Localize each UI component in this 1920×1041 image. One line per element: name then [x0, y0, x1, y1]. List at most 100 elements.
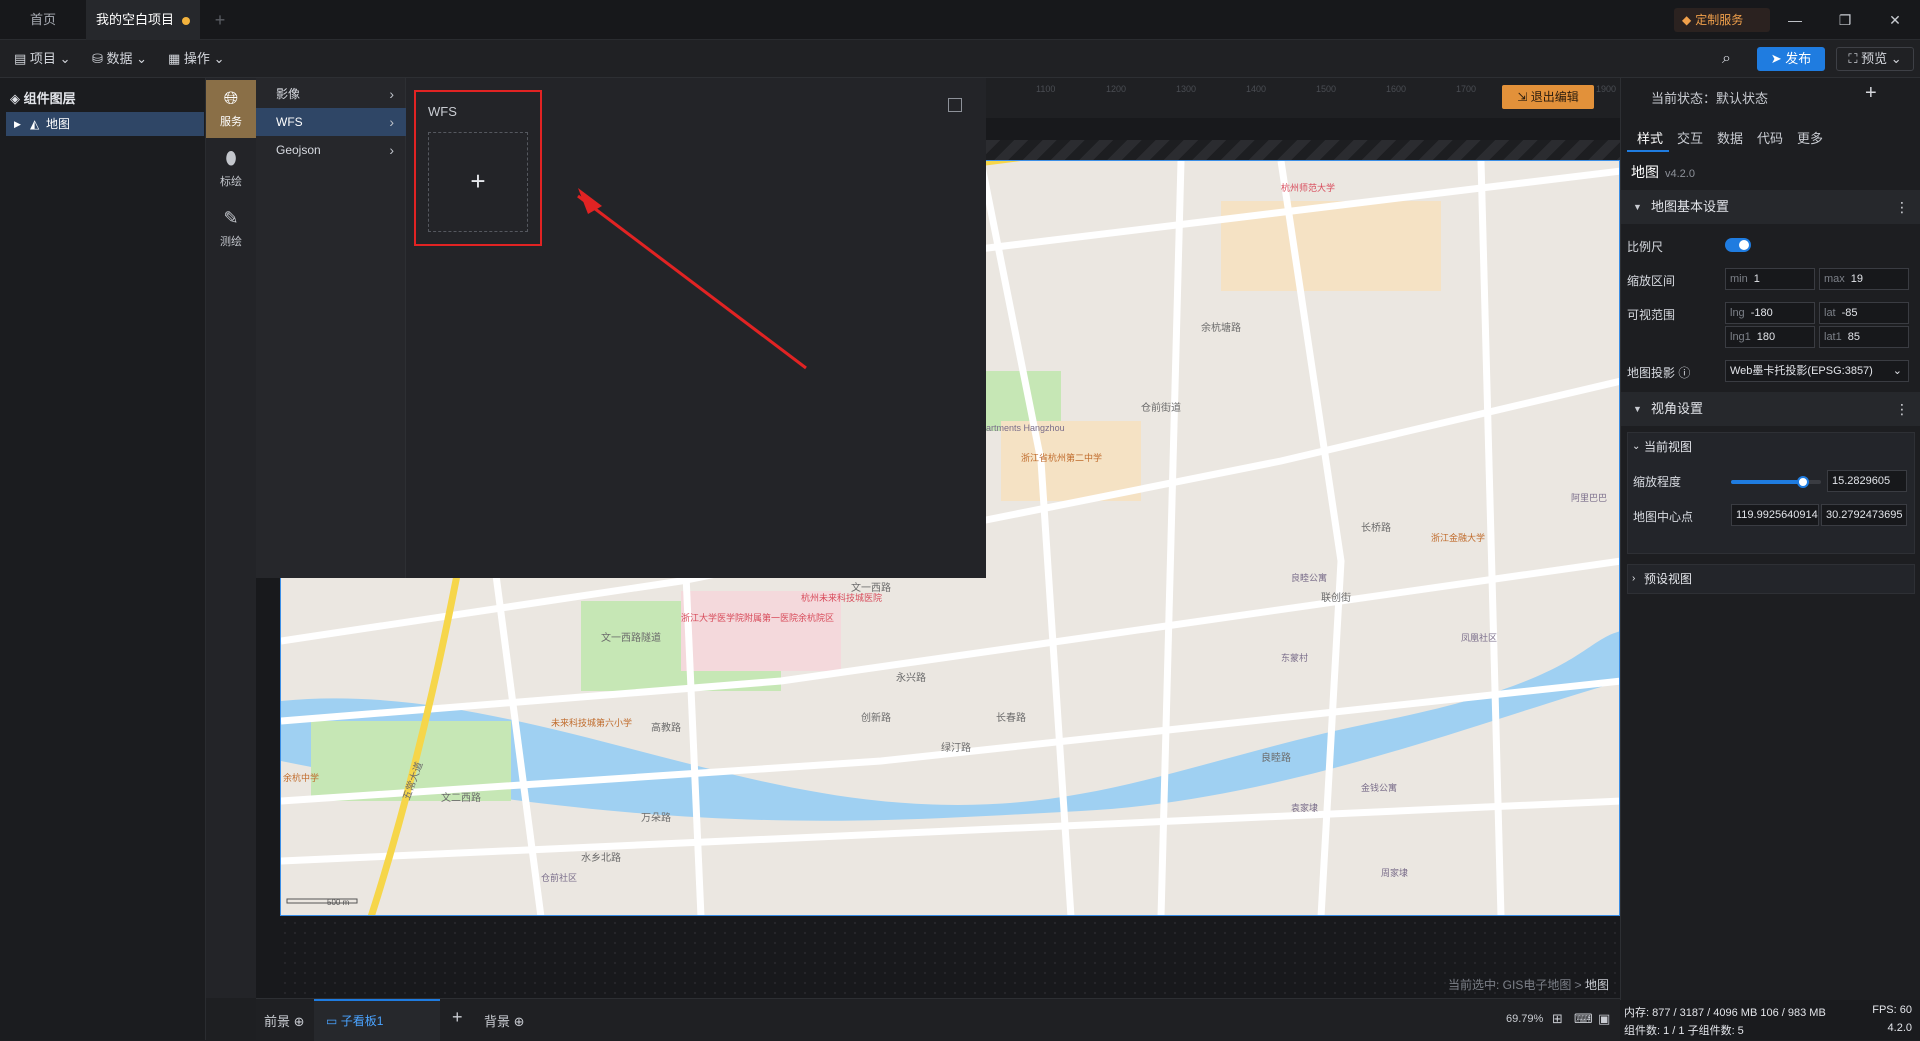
measure-icon: ✎ — [223, 208, 239, 228]
lat-input[interactable]: lat -85 — [1819, 302, 1909, 324]
add-circle-icon[interactable]: ⊕ — [294, 1014, 305, 1029]
map-poi-label: 凤凰社区 — [1461, 632, 1497, 643]
map-poi-label: 周家埭 — [1381, 867, 1408, 878]
ruler-tick-label: 1500 — [1316, 84, 1336, 94]
search-icon[interactable]: ⌕ — [1722, 49, 1731, 69]
app-version: 4.2.0 — [1887, 1022, 1912, 1034]
component-count: 组件数: 1 / 1 子组件数: 5 — [1624, 1025, 1744, 1037]
section-view-settings[interactable]: ▼ 视角设置 ⋮ — [1621, 392, 1920, 426]
status-bar: 内存: 877 / 3187 / 4096 MB 106 / 983 MB FP… — [1620, 1000, 1920, 1040]
foreground-tab[interactable]: 前景 ⊕ — [264, 1011, 305, 1030]
tab-interaction[interactable]: 交互 — [1677, 128, 1703, 147]
arrow-line — [577, 194, 807, 370]
section-basic-settings[interactable]: ▼ 地图基本设置 ⋮ — [1621, 190, 1920, 224]
scale-toggle[interactable] — [1725, 238, 1751, 252]
zoom-max-input[interactable]: max 19 — [1819, 268, 1909, 290]
lng-input[interactable]: lng -180 — [1725, 302, 1815, 324]
menu-data[interactable]: ⛁ 数据 ⌄ — [92, 49, 147, 69]
fullscreen-icon: ⛶ — [1848, 51, 1858, 66]
tab-code[interactable]: 代码 — [1757, 128, 1783, 147]
map-road-label: 良睦路 — [1261, 751, 1291, 764]
fit-screen-icon[interactable]: ⊞ — [1552, 1011, 1563, 1027]
zoom-min-input[interactable]: min 1 — [1725, 268, 1815, 290]
background-label: 背景 — [484, 1014, 511, 1029]
send-icon: ➤ — [1770, 51, 1782, 66]
service-item-imagery[interactable]: 影像 › — [256, 80, 406, 108]
input-prefix: lat — [1824, 307, 1836, 319]
service-rail: 🌐︎ 服务 ⬮ 标绘 ✎ 测绘 — [206, 78, 256, 998]
globe-icon: 🌐︎ — [223, 88, 239, 108]
terminal-icon[interactable]: ▣ — [1598, 1011, 1610, 1027]
component-version: v4.2.0 — [1665, 168, 1695, 180]
map-road-label: 文二西路 — [441, 791, 481, 804]
close-icon[interactable]: ✕ — [1880, 8, 1910, 32]
custom-service-button[interactable]: ◆ 定制服务 — [1674, 8, 1770, 32]
lng1-input[interactable]: lng1 180 — [1725, 326, 1815, 348]
tab-more[interactable]: 更多 — [1797, 128, 1823, 147]
exit-edit-button[interactable]: ⇲ 退出编辑 — [1502, 85, 1594, 109]
service-item-label: 影像 — [276, 87, 301, 101]
zoom-slider-knob[interactable] — [1797, 476, 1809, 488]
zoom-min-value: 1 — [1753, 273, 1760, 285]
center-lat-input[interactable]: 30.2792473695 — [1821, 504, 1907, 526]
maximize-icon[interactable]: ❐ — [1830, 8, 1860, 32]
current-view-title: 当前视图 — [1644, 440, 1693, 454]
menu-operation[interactable]: ▦ 操作 ⌄ — [168, 49, 224, 69]
lat1-input[interactable]: lat1 85 — [1819, 326, 1909, 348]
service-item-wfs[interactable]: WFS › — [256, 108, 406, 136]
ruler-tick-label: 1900 — [1596, 84, 1616, 94]
chevron-down-icon: ⌄ — [1890, 51, 1902, 66]
chevron-down-icon: ⌄ — [213, 51, 225, 66]
tab-style[interactable]: 样式 — [1637, 128, 1663, 147]
section-title: 视角设置 — [1651, 401, 1704, 416]
map-road-label: 长春路 — [996, 711, 1026, 724]
layer-item-map[interactable]: ▶ ◭ 地图 — [6, 112, 204, 136]
caret-right-icon[interactable]: ▶ — [14, 112, 21, 136]
map-poi-label: 东蒙村 — [1281, 652, 1308, 663]
tab-project[interactable]: 我的空白项目 — [86, 0, 200, 40]
map-road-label: 余杭塘路 — [1201, 321, 1241, 334]
publish-button[interactable]: ➤ 发布 — [1757, 47, 1825, 71]
more-vertical-icon[interactable]: ⋮ — [1895, 190, 1909, 224]
map-layer-icon: ◭ — [30, 117, 40, 131]
add-circle-icon[interactable]: ⊕ — [514, 1014, 525, 1029]
center-lng-input[interactable]: 119.9925640914 — [1731, 504, 1819, 526]
service-list: 影像 › WFS › Geojson › — [256, 78, 406, 578]
zoom-max-value: 19 — [1850, 273, 1864, 285]
projection-select[interactable]: Web墨卡托投影(EPSG:3857) ⌄ — [1725, 360, 1909, 382]
zoom-level-input[interactable]: 15.2829605 — [1827, 470, 1907, 492]
map-road-label: 万朵路 — [641, 811, 671, 824]
database-icon: ⛁ — [92, 51, 103, 66]
properties-panel: 当前状态：默认状态 + 样式 交互 数据 代码 更多 地图 v4.2.0 ▼ 地图基… — [1620, 78, 1920, 1000]
lng-value: -180 — [1750, 307, 1773, 319]
tab-data[interactable]: 数据 — [1717, 128, 1743, 147]
add-tab-icon[interactable]: + — [205, 8, 235, 32]
pin-icon: ⬮ — [225, 148, 237, 168]
more-vertical-icon[interactable]: ⋮ — [1895, 392, 1909, 426]
memory-status: 内存: 877 / 3187 / 4096 MB 106 / 983 MB — [1624, 1007, 1826, 1019]
preview-button[interactable]: ⛶ 预览 ⌄ — [1836, 47, 1914, 71]
subboard-tab[interactable]: ▭ 子看板1 — [314, 999, 440, 1041]
minimize-icon[interactable]: — — [1780, 8, 1810, 32]
keyboard-icon[interactable]: ⌨ — [1574, 1011, 1593, 1027]
projection-value: Web墨卡托投影(EPSG:3857) — [1730, 365, 1873, 377]
tab-home[interactable]: 首页 — [0, 0, 86, 40]
wfs-panel: WFS + — [406, 78, 986, 578]
zoom-slider[interactable] — [1731, 476, 1821, 488]
chevron-down-icon[interactable]: ⌄ — [1632, 433, 1640, 461]
map-poi-label: 金钱公寓 — [1361, 782, 1397, 793]
rail-item-plot[interactable]: ⬮ 标绘 — [206, 140, 256, 198]
rail-item-service[interactable]: 🌐︎ 服务 — [206, 80, 256, 138]
service-item-geojson[interactable]: Geojson › — [256, 136, 406, 164]
background-tab[interactable]: 背景 ⊕ — [484, 1011, 525, 1030]
map-poi-label: 浙江省杭州第二中学 — [1021, 452, 1102, 463]
help-icon[interactable]: ⓘ — [1678, 366, 1690, 380]
component-title: 地图 v4.2.0 — [1631, 162, 1695, 182]
preset-view-group[interactable]: › 预设视图 — [1627, 564, 1915, 594]
add-board-icon[interactable]: + — [452, 1007, 463, 1028]
rail-item-measure[interactable]: ✎ 测绘 — [206, 200, 256, 258]
zoom-level-label: 缩放程度 — [1633, 475, 1682, 489]
add-state-icon[interactable]: + — [1865, 82, 1877, 105]
menu-project[interactable]: ▤ 项目 ⌄ — [14, 49, 70, 69]
toolbar: ▤ 项目 ⌄ ⛁ 数据 ⌄ ▦ 操作 ⌄ ⌕ ➤ 发布 ⛶ 预览 ⌄ — [0, 40, 1920, 78]
